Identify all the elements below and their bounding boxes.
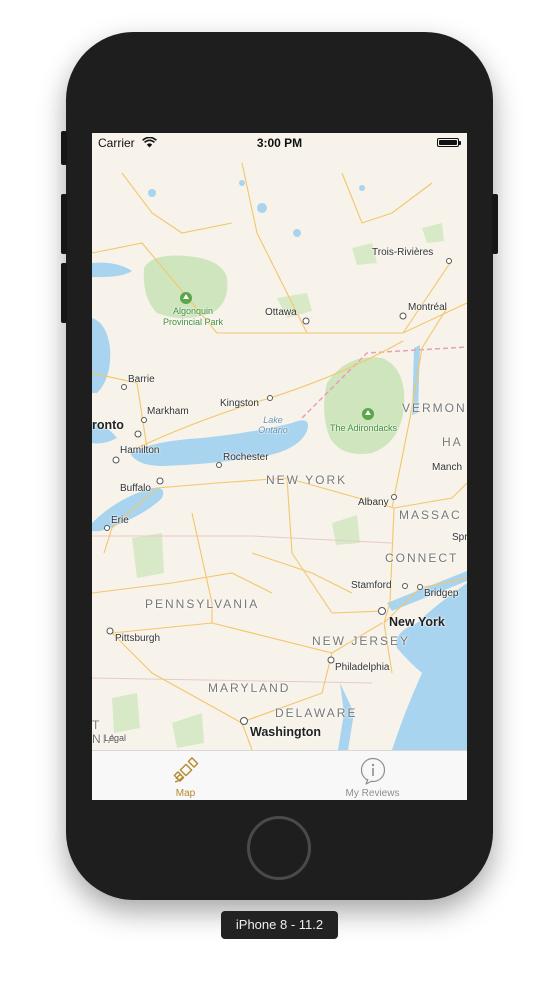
city-label-springfield: Spr xyxy=(452,532,467,543)
state-label-pennsylvania: PENNSYLVANIA xyxy=(145,597,260,611)
volume-up-button xyxy=(61,194,67,254)
state-label-new-jersey: NEW JERSEY xyxy=(312,634,411,648)
water-label-lake-ontario-line2: Ontario xyxy=(258,425,288,435)
mute-switch xyxy=(61,131,67,165)
city-label-trois-rivieres: Trois-Rivières xyxy=(372,247,434,258)
state-label-massachusetts: MASSAC xyxy=(399,508,462,522)
tab-my-reviews[interactable]: My Reviews xyxy=(279,751,466,800)
status-bar: Carrier 3:00 PM xyxy=(92,133,467,153)
city-label-bridgeport: Bridgep xyxy=(424,588,459,599)
city-label-hamilton: Hamilton xyxy=(120,445,160,456)
city-label-washington: Washington xyxy=(250,725,322,739)
park-label-algonquin: Algonquin Provincial Park xyxy=(150,306,236,328)
city-label-montreal: Montréal xyxy=(408,302,447,313)
city-label-rochester: Rochester xyxy=(223,452,269,463)
state-label-west-virginia-a: T xyxy=(92,718,102,732)
app-screen: Trois-Rivières Montréal Ottawa Algonquin… xyxy=(92,133,467,800)
city-label-philadelphia: Philadelphia xyxy=(335,662,390,673)
city-label-markham: Markham xyxy=(147,406,189,417)
state-label-vermont: VERMON xyxy=(402,401,467,415)
city-label-buffalo: Buffalo xyxy=(120,483,151,494)
city-label-albany: Albany xyxy=(358,497,389,508)
state-label-new-york: NEW YORK xyxy=(266,473,348,487)
tab-map-label: Map xyxy=(175,788,196,799)
state-label-connecticut: CONNECT xyxy=(385,551,459,565)
city-label-barrie: Barrie xyxy=(128,374,155,385)
home-button[interactable] xyxy=(247,816,311,880)
status-time: 3:00 PM xyxy=(256,136,303,150)
map-legal-link[interactable]: Legal xyxy=(104,733,126,743)
satellite-icon xyxy=(173,757,198,783)
water-label-lake-ontario-line1: Lake xyxy=(263,415,283,425)
tab-bar: Map My Reviews xyxy=(92,750,467,800)
volume-down-button xyxy=(61,263,67,323)
device-label: iPhone 8 - 11.2 xyxy=(221,911,338,939)
city-label-kingston: Kingston xyxy=(220,398,259,409)
power-button xyxy=(492,194,498,254)
city-label-toronto: ronto xyxy=(92,418,124,432)
state-label-maryland: MARYLAND xyxy=(208,681,291,695)
battery-icon xyxy=(437,138,461,147)
city-label-manchester: Manch xyxy=(432,462,463,473)
state-label-new-hampshire: HA xyxy=(442,435,463,449)
city-label-pittsburgh: Pittsburgh xyxy=(115,633,161,644)
tab-map[interactable]: Map xyxy=(92,751,279,800)
state-label-delaware: DELAWARE xyxy=(275,706,358,720)
city-label-ottawa: Ottawa xyxy=(265,307,297,318)
city-label-erie: Erie xyxy=(111,515,129,526)
info-icon xyxy=(360,757,385,785)
park-label-adirondacks: The Adirondacks xyxy=(330,423,398,433)
park-label-algonquin-line1: Algonquin xyxy=(172,306,214,316)
city-label-new-york: New York xyxy=(389,615,445,629)
water-label-lake-ontario: Lake Ontario xyxy=(250,415,296,435)
tab-my-reviews-label: My Reviews xyxy=(345,788,400,799)
city-label-stamford: Stamford xyxy=(351,580,392,591)
park-label-algonquin-line2: Provincial Park xyxy=(162,317,224,327)
